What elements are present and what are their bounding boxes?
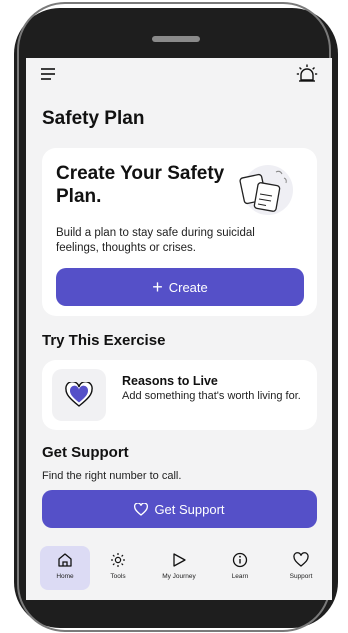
exercise-description: Add something that's worth living for. [122,390,301,402]
heart-outline-icon [134,502,149,516]
support-subtitle: Find the right number to call. [42,470,182,482]
tab-support-label: Support [289,573,313,580]
create-safety-plan-card: Create Your Safety Plan. Build a plan to… [42,148,317,316]
page-title: Safety Plan [42,108,145,129]
top-bar [26,58,332,94]
create-card-description: Build a plan to stay safe during suicida… [56,227,255,254]
tab-learn[interactable]: Learn [215,546,265,590]
sun-icon [111,553,125,567]
tab-support[interactable]: Support [276,546,326,590]
home-icon [58,553,72,567]
tab-home-label: Home [56,573,74,580]
create-button-label: Create [168,279,208,295]
tab-tools[interactable]: Tools [93,546,143,590]
get-support-button-label: Get Support [154,501,225,517]
exercise-title: Reasons to Live [122,374,218,388]
documents-icon [239,165,293,215]
app-screen: Safety Plan Create Your Safety Plan. Bui… [26,58,332,600]
support-section-title: Get Support [42,444,129,461]
info-icon [232,552,248,568]
tab-learn-label: Learn [231,573,249,580]
play-icon [173,553,186,567]
tab-tools-label: Tools [110,573,126,580]
exercise-section-title: Try This Exercise [42,332,166,349]
exercise-icon-box [52,369,106,421]
tab-my-journey[interactable]: My Journey [154,546,204,590]
tab-home[interactable]: Home [40,546,90,590]
phone-speaker [152,36,200,42]
alarm-icon[interactable] [296,63,318,85]
get-support-button[interactable]: Get Support [42,490,317,528]
create-button[interactable]: + Create [56,268,304,306]
reasons-to-live-card[interactable]: Reasons to Live Add something that's wor… [42,360,317,430]
plus-icon: + [152,277,163,297]
tab-my-journey-label: My Journey [162,573,196,580]
create-card-title: Create Your Safety Plan. [56,163,225,207]
heart-icon [293,552,309,567]
menu-icon[interactable] [40,67,56,81]
heart-icon [65,382,93,407]
bottom-tab-bar: Home Tools My Journey Learn Support [26,544,332,600]
